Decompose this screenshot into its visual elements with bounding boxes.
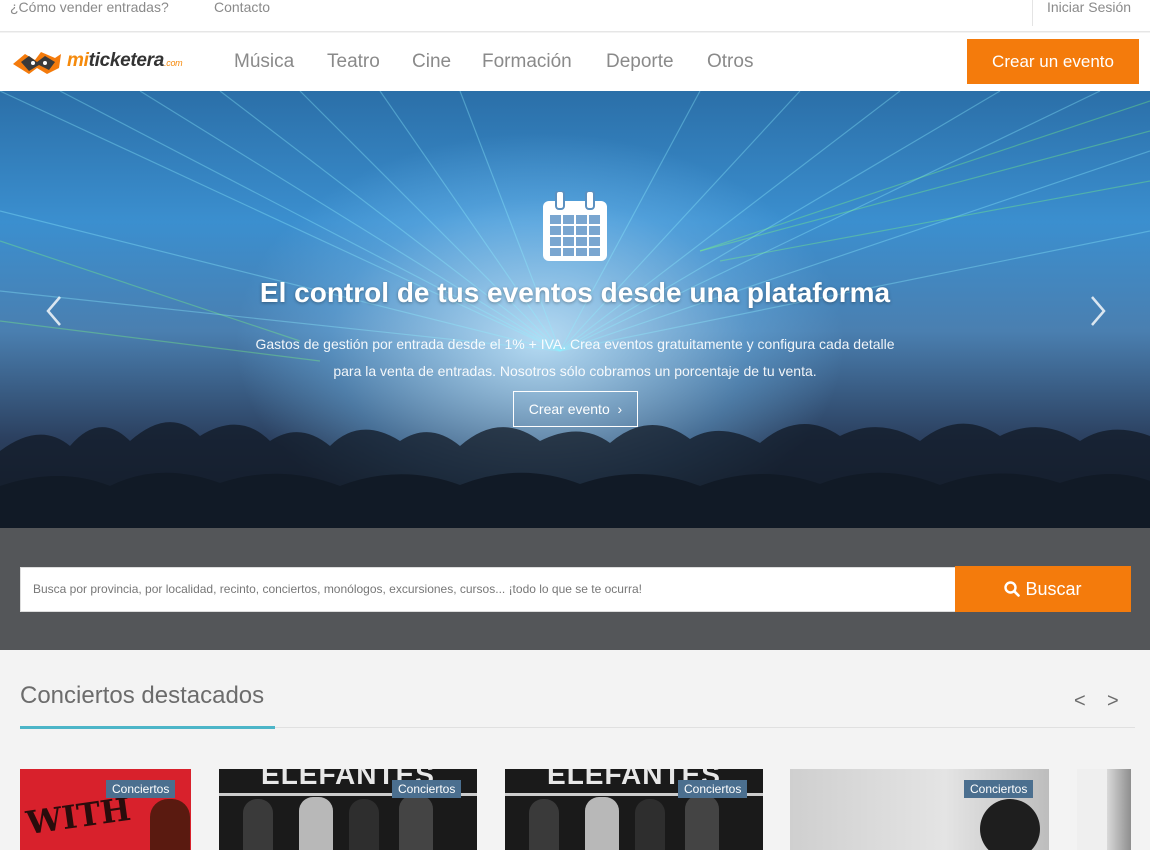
card-image bbox=[1107, 769, 1131, 850]
contact-link[interactable]: Contacto bbox=[214, 0, 270, 14]
how-to-sell-link[interactable]: ¿Cómo vender entradas? bbox=[10, 0, 169, 14]
chevron-right-icon: › bbox=[617, 401, 623, 417]
nav-cine[interactable]: Cine bbox=[412, 51, 451, 73]
topbar-divider bbox=[1032, 0, 1033, 26]
nav-teatro[interactable]: Teatro bbox=[327, 51, 380, 73]
section-divider-accent bbox=[20, 726, 275, 729]
nav-formacion[interactable]: Formación bbox=[482, 51, 572, 73]
hero-banner: El control de tus eventos desde una plat… bbox=[0, 91, 1150, 528]
carousel-prev-arrow-icon[interactable] bbox=[40, 291, 70, 331]
event-card[interactable]: WITH Conciertos bbox=[20, 769, 191, 850]
search-icon bbox=[1004, 580, 1021, 597]
logo-mark-icon bbox=[13, 52, 61, 74]
search-button[interactable]: Buscar bbox=[955, 566, 1131, 612]
hero-title: El control de tus eventos desde una plat… bbox=[259, 277, 891, 308]
nav-deporte[interactable]: Deporte bbox=[606, 51, 674, 73]
event-card-partial[interactable] bbox=[1077, 769, 1131, 850]
category-badge: Conciertos bbox=[964, 780, 1034, 798]
search-band: Busca por provincia, por localidad, reci… bbox=[0, 528, 1150, 650]
featured-prev-button[interactable]: < bbox=[1074, 690, 1086, 713]
logo-wordmark: miticketera.com bbox=[67, 50, 183, 71]
calendar-icon bbox=[543, 191, 607, 261]
event-card[interactable]: ELEFANTES Conciertos bbox=[505, 769, 763, 850]
nav-otros[interactable]: Otros bbox=[707, 51, 753, 73]
category-badge: Conciertos bbox=[106, 780, 176, 798]
create-event-button[interactable]: Crear un evento bbox=[967, 39, 1139, 84]
nav-musica[interactable]: Música bbox=[234, 51, 294, 73]
category-badge: Conciertos bbox=[392, 780, 462, 798]
hero-background-image bbox=[0, 91, 1150, 528]
main-navbar: miticketera.com Música Teatro Cine Forma… bbox=[0, 33, 1150, 91]
carousel-next-arrow-icon[interactable] bbox=[1082, 291, 1112, 331]
search-input[interactable]: Busca por provincia, por localidad, reci… bbox=[20, 567, 956, 612]
featured-next-button[interactable]: > bbox=[1107, 690, 1119, 713]
category-badge: Conciertos bbox=[678, 780, 748, 798]
login-link[interactable]: Iniciar Sesión bbox=[1047, 0, 1131, 14]
hero-create-event-button[interactable]: Crear evento › bbox=[513, 391, 638, 427]
top-bar: ¿Cómo vender entradas? Contacto Iniciar … bbox=[0, 0, 1150, 32]
site-logo[interactable]: miticketera.com bbox=[11, 46, 211, 78]
event-card[interactable]: Conciertos bbox=[790, 769, 1049, 850]
featured-section-title: Conciertos destacados bbox=[20, 682, 265, 709]
hero-subtitle: Gastos de gestión por entrada desde el 1… bbox=[255, 336, 895, 379]
event-card[interactable]: ELEFANTES Conciertos bbox=[219, 769, 477, 850]
